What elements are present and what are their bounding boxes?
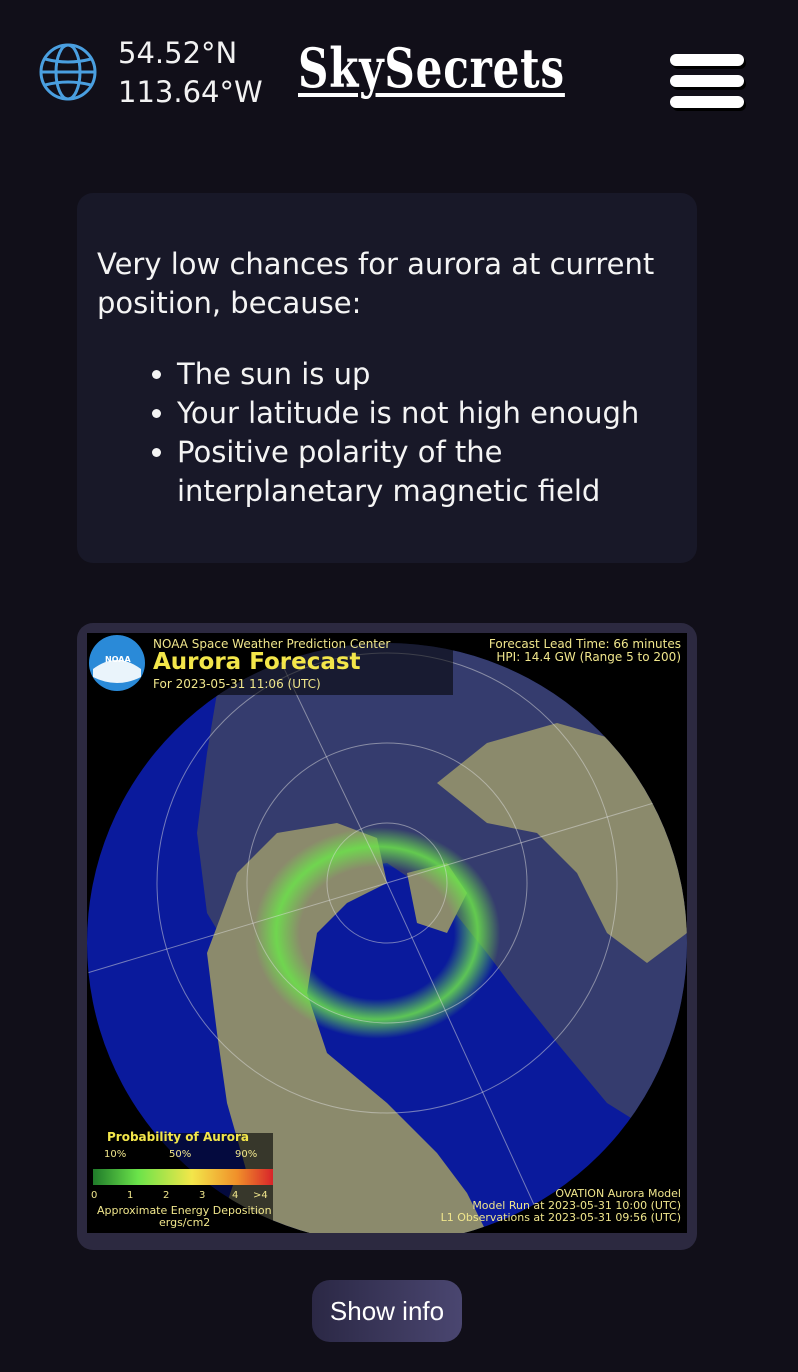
forecast-date: For 2023-05-31 11:06 (UTC) (153, 677, 321, 691)
brand-logo[interactable]: SkySecrets (298, 36, 565, 100)
legend-bar (93, 1169, 273, 1185)
menu-bar (670, 75, 744, 87)
lead-time-text: Forecast Lead Time: 66 minutes (488, 637, 681, 651)
forecast-title: Aurora Forecast (153, 649, 361, 675)
show-info-button[interactable]: Show info (312, 1280, 462, 1342)
reason-list: The sun is up Your latitude is not high … (97, 355, 677, 511)
aurora-oval (237, 813, 517, 1053)
hpi-text: HPI: 14.4 GW (Range 5 to 200) (496, 650, 681, 664)
latitude-text: 54.52°N (118, 36, 238, 70)
status-lead: Very low chances for aurora at current p… (97, 247, 655, 320)
legend-tick-energy: 2 (163, 1190, 170, 1201)
legend-tick-energy: >4 (253, 1190, 268, 1201)
legend-tick-energy: 4 (232, 1190, 239, 1201)
legend-tick-energy: 1 (127, 1190, 134, 1201)
aurora-forecast-map[interactable]: NOAA NOAA Space Weather Prediction Cente… (87, 633, 687, 1233)
legend-tick-energy: 0 (91, 1190, 98, 1201)
aurora-status-card: Very low chances for aurora at current p… (77, 193, 697, 563)
longitude-text: 113.64°W (118, 75, 263, 109)
legend-tick-percent: 10% (104, 1149, 127, 1160)
menu-bar (670, 96, 744, 108)
legend-tick-energy: 3 (199, 1190, 206, 1201)
reason-item: Your latitude is not high enough (177, 394, 677, 433)
location-coordinates: 54.52°N 113.64°W (118, 34, 263, 112)
legend-tick-percent: 50% (169, 1149, 192, 1160)
app-header: 54.52°N 113.64°W SkySecrets (0, 0, 798, 150)
legend-tick-percent: 90% (235, 1149, 258, 1160)
forecast-image-frame: NOAA NOAA Space Weather Prediction Cente… (77, 623, 697, 1250)
legend-unit: ergs/cm2 (159, 1216, 211, 1229)
noaa-logo-text: NOAA (105, 655, 131, 664)
observations-text: L1 Observations at 2023-05-31 09:56 (UTC… (440, 1211, 681, 1224)
hamburger-menu-icon[interactable] (668, 54, 746, 112)
legend-title: Probability of Aurora (107, 1130, 249, 1144)
menu-bar (670, 54, 744, 66)
globe-icon[interactable] (38, 42, 98, 102)
reason-item: Positive polarity of the interplanetary … (177, 433, 677, 511)
reason-item: The sun is up (177, 355, 677, 394)
